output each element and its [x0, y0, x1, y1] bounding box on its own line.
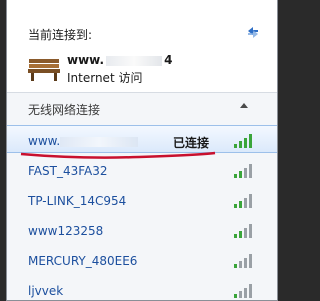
- bench-icon: [28, 59, 60, 81]
- network-name: MERCURY_480EE6: [28, 254, 138, 268]
- signal-strength-icon: [234, 284, 252, 298]
- network-name: www.: [28, 134, 139, 148]
- network-name: www123258: [28, 224, 104, 238]
- signal-strength-icon: [234, 194, 252, 208]
- network-name: TP-LINK_14C954: [28, 194, 127, 208]
- signal-strength-icon: [234, 224, 252, 238]
- network-item[interactable]: TP-LINK_14C954: [7, 186, 277, 214]
- signal-strength-icon: [234, 254, 252, 268]
- network-name: ljvvek: [28, 284, 64, 298]
- section-label: 无线网络连接: [28, 103, 101, 117]
- current-network-name: www. 4: [67, 53, 173, 67]
- signal-strength-icon: [234, 134, 252, 148]
- current-connection-area: 当前连接到: www. 4 Internet 访问: [7, 0, 277, 92]
- current-network: www. 4 Internet 访问: [26, 50, 266, 90]
- wireless-section-header[interactable]: 无线网络连接: [7, 93, 277, 123]
- panel-title: 当前连接到:: [28, 28, 93, 42]
- network-item[interactable]: MERCURY_480EE6: [7, 246, 277, 274]
- wifi-flyout-panel: 当前连接到: www. 4 Internet 访问 无线网络连接 www. 已连接: [6, 0, 278, 301]
- connected-status: 已连接: [173, 136, 210, 150]
- network-item[interactable]: www123258: [7, 216, 277, 244]
- network-item-selected[interactable]: www. 已连接: [7, 125, 277, 153]
- chevron-up-icon[interactable]: [240, 103, 248, 108]
- current-network-type: Internet 访问: [67, 71, 143, 85]
- annotation-underline: [20, 151, 216, 159]
- network-item[interactable]: ljvvek: [7, 276, 277, 300]
- refresh-icon[interactable]: [245, 24, 261, 40]
- network-name: FAST_43FA32: [28, 164, 108, 178]
- signal-strength-icon: [234, 164, 252, 178]
